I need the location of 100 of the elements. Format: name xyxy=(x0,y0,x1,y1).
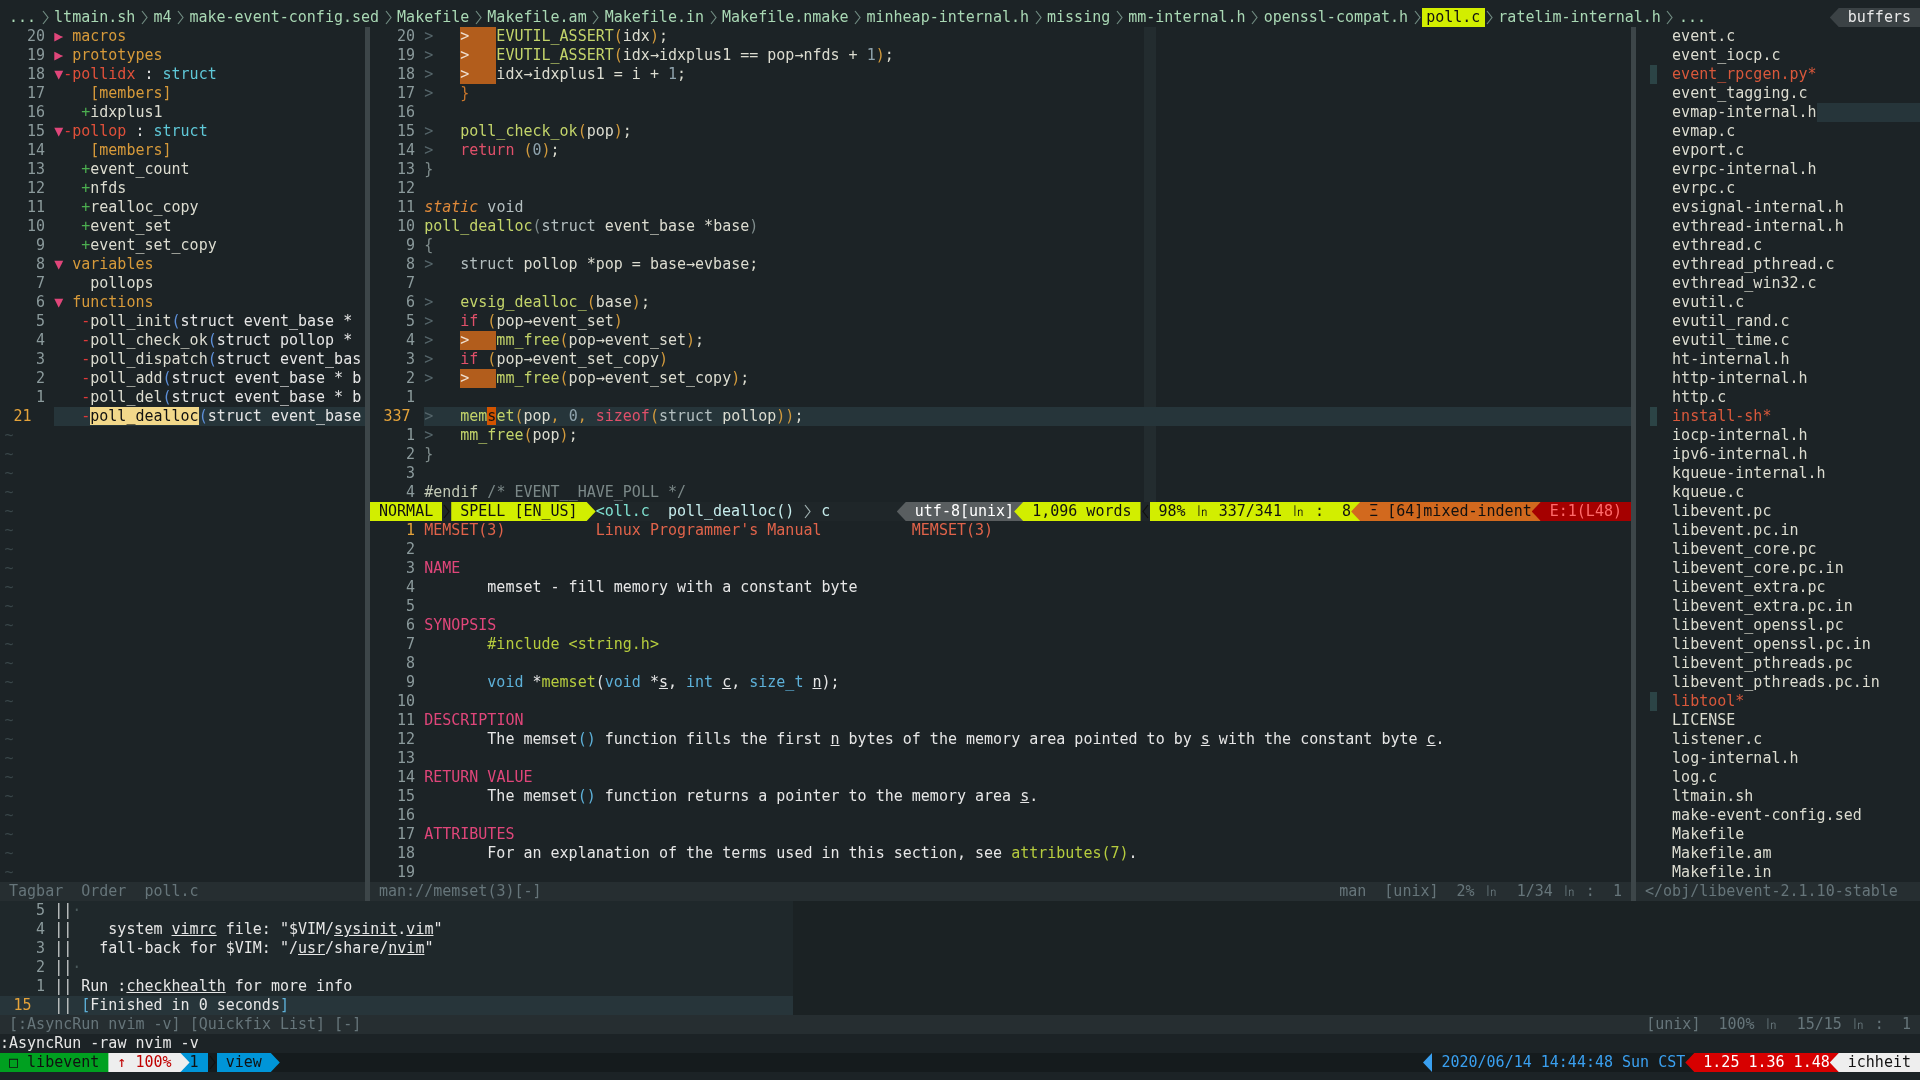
status-text: </obj/libevent-2.1.10-stable xyxy=(1644,882,1899,901)
tag-item[interactable]: +event_set_copy xyxy=(54,236,365,255)
line-number: 2 xyxy=(405,369,416,388)
code-line: poll_dealloc(struct event_base *base) xyxy=(424,217,760,236)
file-item[interactable]: evthread_pthread.c xyxy=(1672,255,1835,274)
tag-item[interactable]: +idxplus1 xyxy=(54,103,365,122)
quickfix-line: ||· xyxy=(54,901,83,920)
buffer-tab[interactable]: Makefile.nmake xyxy=(717,8,853,27)
tag-item[interactable]: ▼-pollidx : struct xyxy=(54,65,365,84)
tag-item[interactable]: +event_count xyxy=(54,160,365,179)
buffer-tab[interactable]: make-event-config.sed xyxy=(184,8,384,27)
file-item[interactable]: libevent_extra.pc.in xyxy=(1672,597,1853,616)
buffer-tab[interactable]: openssl-compat.h xyxy=(1259,8,1413,27)
file-item[interactable]: libevent_extra.pc xyxy=(1672,578,1826,597)
file-item[interactable]: http-internal.h xyxy=(1672,369,1808,388)
file-item[interactable]: evrpc.c xyxy=(1672,179,1736,198)
buffer-tab[interactable]: mm-internal.h xyxy=(1123,8,1251,27)
file-item[interactable]: ht-internal.h xyxy=(1672,350,1790,369)
buffer-tab[interactable]: Makefile.in xyxy=(600,8,709,27)
file-item[interactable]: Makefile xyxy=(1672,825,1745,844)
tag-item[interactable]: ▶ macros xyxy=(54,27,365,46)
status-segment: 1.25 1.36 1.48 xyxy=(1685,1053,1839,1072)
command-line[interactable]: :AsyncRun -raw nvim -v xyxy=(0,1034,199,1053)
buffer-tab[interactable]: Makefile xyxy=(392,8,474,27)
file-item[interactable]: evthread-internal.h xyxy=(1672,217,1844,236)
tag-item[interactable]: +realloc_copy xyxy=(54,198,365,217)
file-item[interactable]: evmap.c xyxy=(1672,122,1736,141)
file-item[interactable]: ltmain.sh xyxy=(1672,787,1754,806)
tag-item[interactable]: [members] xyxy=(54,84,365,103)
file-item[interactable]: evport.c xyxy=(1672,141,1745,160)
buffer-tab[interactable]: missing xyxy=(1042,8,1115,27)
tag-item[interactable]: ▼-pollop : struct xyxy=(54,122,365,141)
file-item[interactable]: libtool* xyxy=(1672,692,1745,711)
file-item[interactable]: LICENSE xyxy=(1672,711,1736,730)
tag-item[interactable]: [members] xyxy=(54,141,365,160)
empty-line-marker: ~ xyxy=(3,825,14,844)
tag-item[interactable]: -poll_check_ok(struct pollop * xyxy=(54,331,365,350)
file-item[interactable]: kqueue.c xyxy=(1672,483,1745,502)
file-item[interactable]: event_rpcgen.py* xyxy=(1672,65,1817,84)
line-number: 11 xyxy=(26,198,46,217)
buffer-tab[interactable]: poll.c xyxy=(1421,8,1485,27)
file-item[interactable]: kqueue-internal.h xyxy=(1672,464,1826,483)
tag-item[interactable]: -poll_add(struct event_base * b xyxy=(54,369,365,388)
file-item[interactable]: libevent_core.pc.in xyxy=(1672,559,1844,578)
file-item[interactable]: iocp-internal.h xyxy=(1672,426,1808,445)
file-item[interactable]: libevent.pc xyxy=(1672,502,1772,521)
empty-line-marker: ~ xyxy=(3,616,14,635)
file-item[interactable]: ipv6-internal.h xyxy=(1672,445,1808,464)
line-number: 14 xyxy=(396,768,416,787)
line-number: 16 xyxy=(26,103,46,122)
file-item[interactable]: evmap-internal.h xyxy=(1672,103,1817,122)
file-item[interactable]: libevent_openssl.pc xyxy=(1672,616,1844,635)
line-number: 19 xyxy=(26,46,46,65)
file-item[interactable]: install-sh* xyxy=(1672,407,1772,426)
code-line: > poll_check_ok(pop); xyxy=(424,122,633,141)
file-item[interactable]: event_iocp.c xyxy=(1672,46,1781,65)
file-item[interactable]: Makefile.in xyxy=(1672,863,1772,882)
file-item[interactable]: make-event-config.sed xyxy=(1672,806,1862,825)
buffer-tab[interactable]: m4 xyxy=(148,8,176,27)
file-item[interactable]: http.c xyxy=(1672,388,1727,407)
tag-item[interactable]: +event_set xyxy=(54,217,365,236)
buffer-tab[interactable]: ratelim-internal.h xyxy=(1493,8,1666,27)
file-item[interactable]: evthread.c xyxy=(1672,236,1763,255)
file-item[interactable]: libevent_openssl.pc.in xyxy=(1672,635,1871,654)
tag-item[interactable]: ▶ prototypes xyxy=(54,46,365,65)
file-item[interactable]: libevent_core.pc xyxy=(1672,540,1817,559)
code-line: > struct pollop *pop = base→evbase; xyxy=(424,255,760,274)
file-item[interactable]: libevent_pthreads.pc.in xyxy=(1672,673,1880,692)
tag-item[interactable]: -poll_dispatch(struct event_bas xyxy=(54,350,365,369)
buffer-tab[interactable]: ... xyxy=(4,8,41,27)
file-item[interactable]: evutil.c xyxy=(1672,293,1745,312)
tag-item[interactable]: -poll_dealloc(struct event_base xyxy=(54,407,365,426)
file-item[interactable]: libevent.pc.in xyxy=(1672,521,1799,540)
buffer-tab[interactable]: minheap-internal.h xyxy=(861,8,1034,27)
tag-item[interactable]: -poll_del(struct event_base * b xyxy=(54,388,365,407)
file-item[interactable]: evsignal-internal.h xyxy=(1672,198,1844,217)
file-item[interactable]: evthread_win32.c xyxy=(1672,274,1817,293)
file-item[interactable]: evrpc-internal.h xyxy=(1672,160,1817,179)
line-number: 1 xyxy=(405,388,416,407)
buffer-tab[interactable]: Makefile.am xyxy=(482,8,592,27)
tag-item[interactable]: ▼ variables xyxy=(54,255,365,274)
file-item[interactable]: log.c xyxy=(1672,768,1718,787)
tag-item[interactable]: -poll_init(struct event_base * xyxy=(54,312,365,331)
tag-item[interactable]: ▼ functions xyxy=(54,293,365,312)
file-item[interactable]: log-internal.h xyxy=(1672,749,1799,768)
file-item[interactable]: evutil_rand.c xyxy=(1672,312,1790,331)
empty-line-marker: ~ xyxy=(3,559,14,578)
empty-line-marker: ~ xyxy=(3,768,14,787)
empty-line-marker: ~ xyxy=(3,673,14,692)
file-item[interactable]: libevent_pthreads.pc xyxy=(1672,654,1853,673)
tag-item[interactable]: pollops xyxy=(54,274,365,293)
tag-item[interactable]: +nfds xyxy=(54,179,365,198)
file-item[interactable]: listener.c xyxy=(1672,730,1763,749)
file-item[interactable]: event.c xyxy=(1672,27,1736,46)
buffer-tab[interactable]: ltmain.sh xyxy=(49,8,140,27)
line-number: 17 xyxy=(396,825,416,844)
file-item[interactable]: Makefile.am xyxy=(1672,844,1772,863)
file-item[interactable]: evutil_time.c xyxy=(1672,331,1790,350)
buffer-tab[interactable]: ... xyxy=(1674,8,1711,27)
file-item[interactable]: event_tagging.c xyxy=(1672,84,1808,103)
